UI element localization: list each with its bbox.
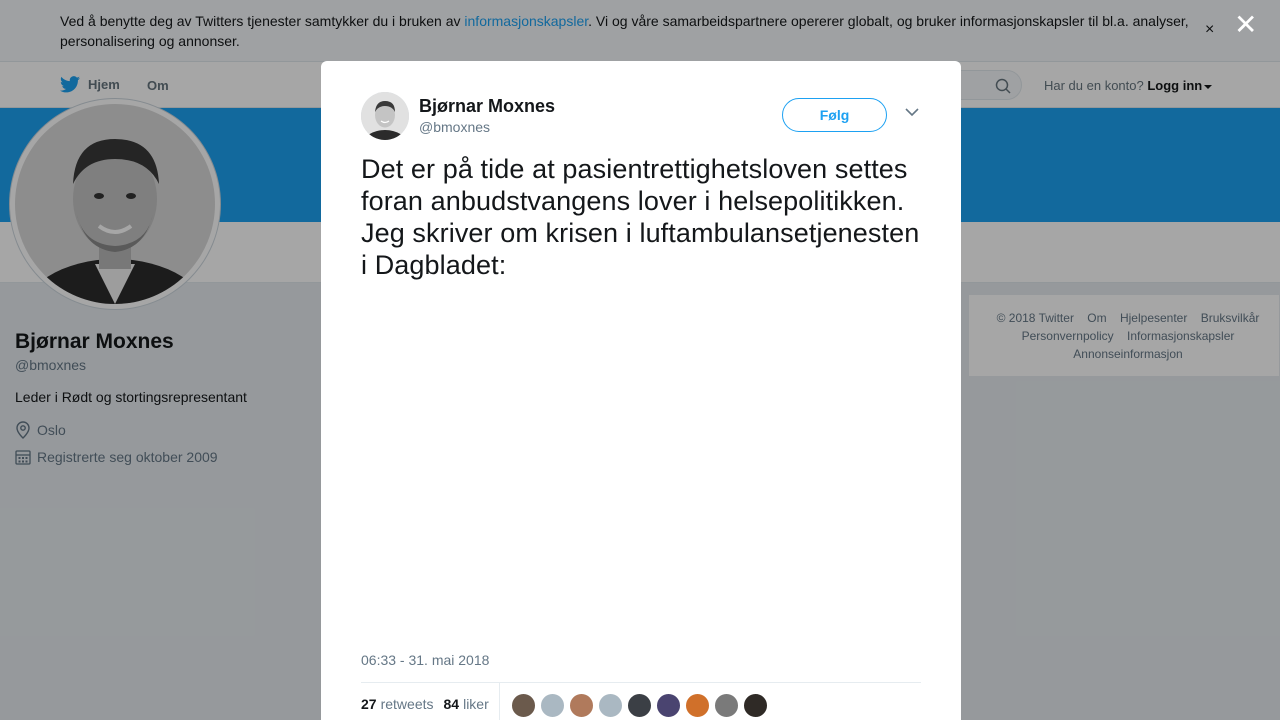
liker-avatar[interactable] xyxy=(743,693,768,718)
retweets-stat[interactable]: 27 retweets xyxy=(361,696,434,712)
author-photo xyxy=(361,92,409,140)
close-icon[interactable]: ✕ xyxy=(1234,11,1257,39)
tweet-modal: Bjørnar Moxnes @bmoxnes Følg Det er på t… xyxy=(321,61,961,720)
liker-avatar[interactable] xyxy=(627,693,652,718)
tweet-author-handle[interactable]: @bmoxnes xyxy=(419,119,490,135)
liker-avatar[interactable] xyxy=(540,693,565,718)
liker-avatar[interactable] xyxy=(656,693,681,718)
liker-avatar[interactable] xyxy=(569,693,594,718)
tweet-author-avatar[interactable] xyxy=(361,92,409,140)
tweet-stats: 27 retweets 84 liker xyxy=(361,696,499,712)
liker-avatar[interactable] xyxy=(685,693,710,718)
liker-avatar[interactable] xyxy=(511,693,536,718)
likes-label: liker xyxy=(463,696,489,712)
liker-avatar[interactable] xyxy=(714,693,739,718)
follow-button[interactable]: Følg xyxy=(782,98,887,132)
retweets-count: 27 xyxy=(361,696,377,712)
stats-divider xyxy=(361,682,921,683)
likes-count: 84 xyxy=(443,696,460,712)
stats-separator xyxy=(499,683,500,720)
liker-avatar[interactable] xyxy=(598,693,623,718)
liker-avatars xyxy=(511,693,772,718)
tweet-author-name[interactable]: Bjørnar Moxnes xyxy=(419,96,555,117)
chevron-down-icon[interactable] xyxy=(905,107,919,117)
likes-stat[interactable]: 84 liker xyxy=(444,696,489,712)
tweet-text: Det er på tide at pasientrettighetsloven… xyxy=(361,154,920,280)
retweets-label: retweets xyxy=(380,696,434,712)
tweet-timestamp[interactable]: 06:33 - 31. mai 2018 xyxy=(361,652,489,668)
